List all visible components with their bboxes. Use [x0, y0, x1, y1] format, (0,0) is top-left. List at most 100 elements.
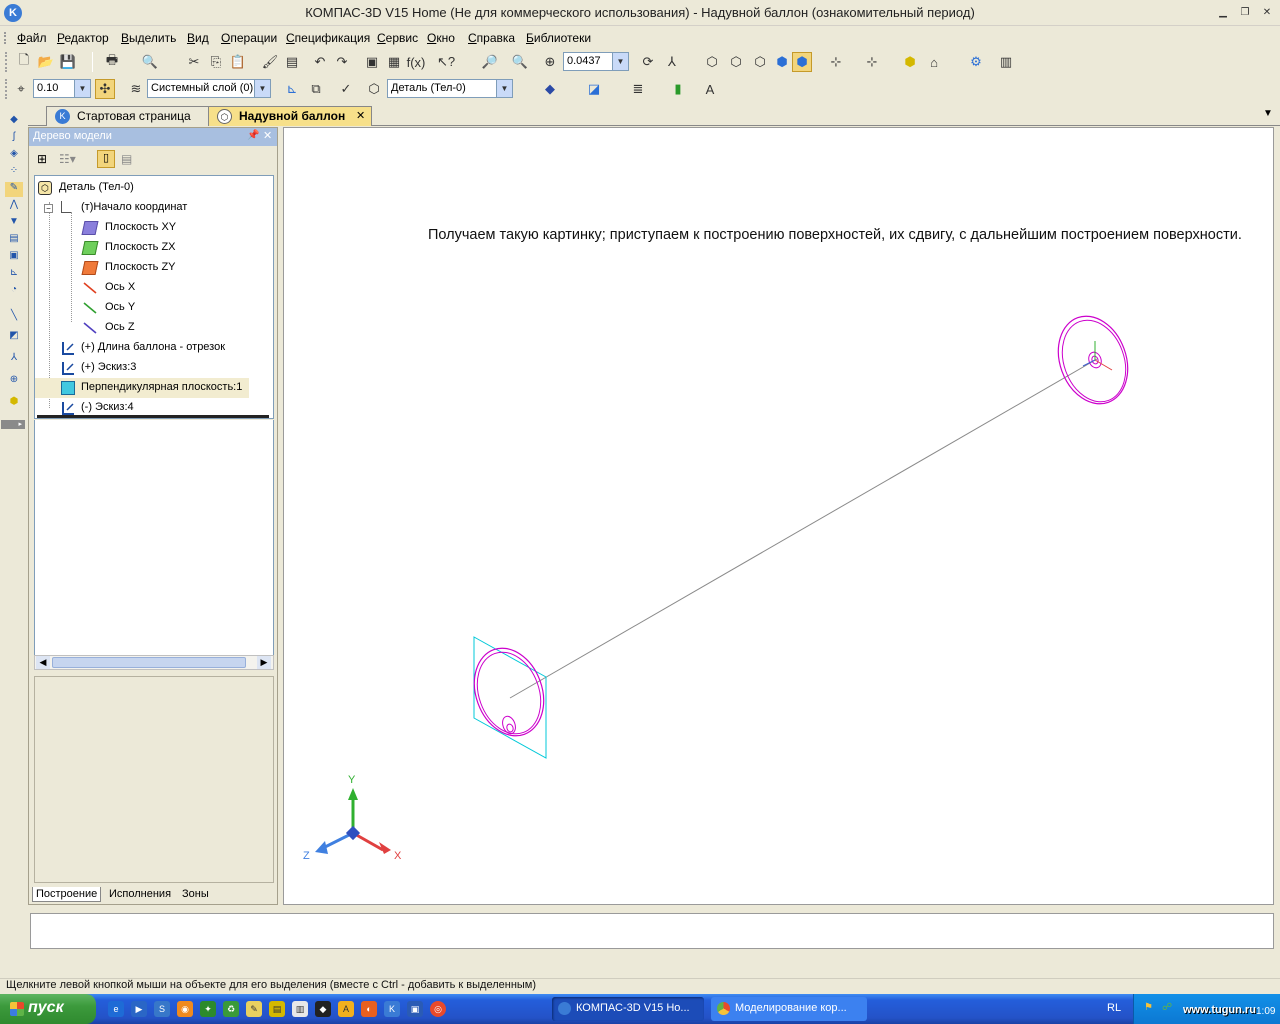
tab-start-page[interactable]: K Стартовая страница [46, 106, 216, 126]
step-cursor-icon[interactable]: ⌖ [11, 79, 31, 99]
view-hidden-icon[interactable]: ⬡ [726, 52, 746, 72]
open-file-icon[interactable]: 📂 [36, 52, 56, 72]
cut-icon[interactable]: ✂ [184, 52, 204, 72]
menu-operations[interactable]: Операции [221, 31, 277, 45]
app-blue-icon[interactable]: ▣ [407, 1001, 423, 1017]
tree-item-axis-x[interactable]: Ось X [35, 278, 273, 298]
properties-bar[interactable] [30, 913, 1274, 949]
properties-icon[interactable]: ▤ [282, 52, 302, 72]
tree-horizontal-scrollbar[interactable]: ◀ ▶ [34, 655, 274, 670]
view-shaded-edges-icon[interactable]: ⬢ [792, 52, 812, 72]
menu-editor[interactable]: Редактор [57, 31, 109, 45]
tree-item-sketch-3[interactable]: (+) Эскиз:3 [35, 358, 273, 378]
spatial-curves-icon[interactable]: ʃ [5, 131, 23, 146]
orientation-icon[interactable]: ⅄ [662, 52, 682, 72]
scroll-thumb[interactable] [52, 657, 246, 668]
arrays-icon[interactable]: ⁘ [5, 165, 23, 180]
part-tool-icon[interactable]: ⬢ [5, 396, 23, 411]
tree-item-perp-plane[interactable]: Перпендикулярная плоскость:1 [35, 378, 249, 398]
menu-select[interactable]: Выделить [121, 31, 176, 45]
step-combo[interactable]: 0.10 ▼ [33, 79, 91, 98]
tree-item-length-line[interactable]: (+) Длина баллона - отрезок [35, 338, 273, 358]
tree-view-mode-icon[interactable]: ☷▾ [59, 152, 83, 168]
parametric-icon[interactable]: ✓ [336, 79, 356, 99]
view-thin-icon[interactable]: ⬡ [750, 52, 770, 72]
auxiliary-geometry-icon[interactable]: ✎ [5, 182, 23, 197]
editing-icon[interactable]: ◆ [5, 114, 23, 129]
sketch-mode-icon[interactable]: ⊾ [282, 79, 302, 99]
measure-icon[interactable]: ▮ [668, 79, 688, 99]
tree-show-icon[interactable]: ▯ [97, 150, 115, 168]
language-indicator[interactable]: RL [1107, 1002, 1121, 1014]
dimensions-icon[interactable]: ⋀ [5, 199, 23, 214]
documents-icon[interactable]: ▤ [269, 1001, 285, 1017]
surface-icon[interactable]: ◆ [540, 79, 560, 99]
chevron-down-icon[interactable]: ▼ [74, 80, 90, 97]
minimize-icon[interactable]: ▁ [1216, 6, 1230, 19]
edit-sketch-icon[interactable]: ⧉ [306, 79, 326, 99]
view-wireframe-icon[interactable]: ⬡ [702, 52, 722, 72]
function-icon[interactable]: f(x) [406, 52, 426, 72]
tree-item-plane-zy[interactable]: Плоскость ZY [35, 258, 273, 278]
text-tool-icon[interactable]: A [700, 79, 720, 99]
menu-specification[interactable]: Спецификация [286, 31, 370, 45]
control-point-icon[interactable]: ⊕ [5, 374, 23, 389]
tray-network-icon[interactable]: ☍ [1162, 1002, 1176, 1016]
tab-balloon[interactable]: ⬡ Надувной баллон [208, 106, 372, 126]
notepad-icon[interactable]: ✎ [246, 1001, 262, 1017]
task-chrome[interactable]: Моделирование кор... [711, 997, 867, 1021]
chevron-down-icon[interactable]: ▼ [612, 53, 628, 70]
specification-icon[interactable]: ▤ [5, 233, 23, 248]
tree-item-part[interactable]: ⬡ Деталь (Тел-0) [35, 178, 273, 198]
menu-view[interactable]: Вид [187, 31, 209, 45]
pin-icon[interactable]: 📌 [247, 130, 259, 141]
skype-icon[interactable]: S [154, 1001, 170, 1017]
sketch-ellipse-inner[interactable] [466, 643, 551, 742]
toolbar-more-icon[interactable]: ▥ [996, 52, 1016, 72]
balloon-length-line[interactable] [509, 358, 1098, 699]
mates-icon[interactable]: ⌂ [924, 52, 944, 72]
clock[interactable]: 1:09 [1256, 1006, 1275, 1017]
zoom-combo[interactable]: 0.0437 ▼ [563, 52, 629, 71]
app-black-icon[interactable]: ◆ [315, 1001, 331, 1017]
layers-tool-icon[interactable]: ≣ [628, 79, 648, 99]
pin-tool-icon[interactable]: ✦ [200, 1001, 216, 1017]
chevron-down-icon[interactable]: ▼ [254, 80, 270, 97]
manager-icon[interactable]: ▣ [362, 52, 382, 72]
save-icon[interactable]: 💾 [58, 52, 78, 72]
filter-icon[interactable]: ⊹ [826, 52, 846, 72]
restore-icon[interactable]: ❐ [1238, 6, 1252, 19]
kompas-logo-icon[interactable]: K [384, 1001, 400, 1017]
tree-item-plane-zx[interactable]: Плоскость ZX [35, 238, 273, 258]
sketch-small-ellipse-inner[interactable] [506, 723, 514, 733]
scroll-right-icon[interactable]: ▶ [257, 656, 271, 669]
chrome-icon[interactable]: ◎ [430, 1001, 446, 1017]
zoom-window-icon[interactable]: 🔎 [480, 52, 500, 72]
redo-icon[interactable]: ↷ [332, 52, 352, 72]
library-icon[interactable]: ⚙ [966, 52, 986, 72]
archive-icon[interactable]: ▥ [292, 1001, 308, 1017]
firefox-icon[interactable]: ◉ [177, 1001, 193, 1017]
new-file-icon[interactable]: 🗋 [14, 52, 34, 72]
view-shaded-icon[interactable]: ⬢ [772, 52, 792, 72]
tab-versions[interactable]: Исполнения [106, 887, 174, 901]
nero-icon[interactable]: ◐ [361, 1001, 377, 1017]
tree-item-axis-z[interactable]: Ось Z [35, 318, 273, 338]
help-pointer-icon[interactable]: ↖? [436, 52, 456, 72]
autocad-icon[interactable]: A [338, 1001, 354, 1017]
select-filter-icon[interactable]: ⊹ [862, 52, 882, 72]
menu-service[interactable]: Сервис [377, 31, 418, 45]
expand-toolbar-icon[interactable]: ▸ [1, 420, 25, 429]
elements-icon[interactable]: ⊾ [5, 267, 23, 282]
menu-help[interactable]: Справка [468, 31, 515, 45]
zoom-icon[interactable]: 🔍 [510, 52, 530, 72]
snap-icon[interactable]: ✣ [95, 79, 115, 99]
detail-icon[interactable]: ⬡ [364, 79, 384, 99]
close-tab-icon[interactable]: ✕ [356, 109, 365, 122]
plane-tool-icon[interactable]: ◪ [584, 79, 604, 99]
menu-window[interactable]: Окно [427, 31, 455, 45]
close-icon[interactable]: ✕ [1260, 6, 1274, 19]
undo-icon[interactable]: ↶ [310, 52, 330, 72]
scroll-left-icon[interactable]: ◀ [36, 656, 50, 669]
ie-icon[interactable]: e [108, 1001, 124, 1017]
